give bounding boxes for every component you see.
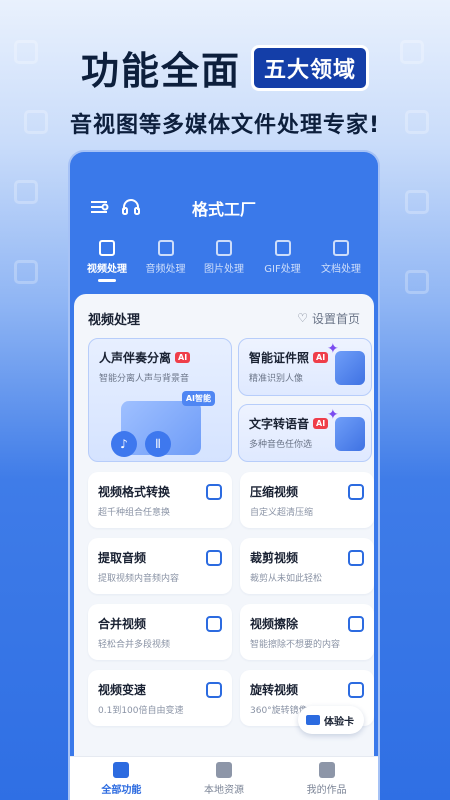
tab-video[interactable]: 视频处理 <box>78 240 136 282</box>
extract-audio-button[interactable]: 提取音频 提取视频内音频内容 <box>88 538 232 594</box>
function-title: 旋转视频 <box>250 683 299 697</box>
tab-label: 图片处理 <box>204 264 244 275</box>
bottom-nav: 全部功能 本地资源 我的作品 <box>70 756 378 800</box>
ai-badge: AI <box>313 418 329 429</box>
document-icon <box>333 240 349 256</box>
nav-label: 全部功能 <box>101 784 142 796</box>
merge-video-button[interactable]: 合并视频 轻松合并多段视频 <box>88 604 232 660</box>
category-tabs: 视频处理 音频处理 图片处理 GIF处理 文档处理 <box>78 240 370 282</box>
gif-icon <box>274 240 291 256</box>
trial-card-button[interactable]: 体验卡 <box>298 706 364 734</box>
nav-local-resources[interactable]: 本地资源 <box>184 761 264 796</box>
tab-gif[interactable]: GIF处理 <box>254 240 312 282</box>
folder-icon <box>215 761 232 778</box>
text-to-speech-card[interactable]: 文字转语音 AI 多种音色任你选 <box>238 404 372 462</box>
function-title: 视频擦除 <box>250 617 299 631</box>
grid-icon <box>113 761 130 778</box>
video-format-convert-button[interactable]: 视频格式转换 超千种组合任意换 <box>88 472 232 528</box>
works-icon <box>318 761 335 778</box>
vocal-separation-card[interactable]: 人声伴奏分离 AI 智能分离人声与背景音 AI智能 ♪ ⦀ <box>88 338 232 462</box>
compress-video-button[interactable]: 压缩视频 自定义超清压缩 <box>240 472 374 528</box>
trial-label: 体验卡 <box>324 716 354 728</box>
video-icon <box>99 240 115 256</box>
heart-icon: ♡ <box>297 311 308 325</box>
music-extract-icon <box>206 550 222 566</box>
hero-banner: 功能全面 五大领域 音视图等多媒体文件处理专家! <box>0 40 450 139</box>
merge-icon <box>206 616 222 632</box>
tab-image[interactable]: 图片处理 <box>195 240 253 282</box>
image-icon <box>216 240 232 256</box>
ticket-icon <box>306 715 320 725</box>
function-title: 视频格式转换 <box>98 485 171 499</box>
speed-video-button[interactable]: 视频变速 0.1到100倍自由变速 <box>88 670 232 726</box>
crop-video-button[interactable]: 裁剪视频 裁剪从未如此轻松 <box>240 538 374 594</box>
id-card-icon <box>327 341 365 385</box>
function-desc: 0.1到100倍自由变速 <box>98 706 184 716</box>
nav-label: 我的作品 <box>306 784 347 796</box>
app-title: 格式工厂 <box>191 200 256 219</box>
eraser-icon <box>348 616 364 632</box>
id-photo-card[interactable]: 智能证件照 AI 精准识别人像 <box>238 338 372 396</box>
nav-my-works[interactable]: 我的作品 <box>287 761 367 796</box>
tab-audio[interactable]: 音频处理 <box>137 240 195 282</box>
scissors-icon <box>348 550 364 566</box>
app-header: 格式工厂 视频处理 音频处理 图片处理 GIF处理 文档处理 <box>70 152 378 294</box>
waveform-icon: ⦀ <box>145 431 171 457</box>
ai-illustration: AI智能 ♪ ⦀ <box>111 391 215 457</box>
audio-icon <box>157 240 174 256</box>
tab-label: 音频处理 <box>145 264 186 275</box>
function-title: 合并视频 <box>98 617 147 631</box>
card-title: 文字转语音 <box>249 417 310 431</box>
function-desc: 提取视频内音频内容 <box>98 574 180 584</box>
card-title: 人声伴奏分离 <box>99 351 172 365</box>
function-desc: 超千种组合任意换 <box>98 508 171 518</box>
tab-label: GIF处理 <box>264 264 301 275</box>
card-title: 智能证件照 <box>249 351 310 365</box>
speed-icon <box>206 682 222 698</box>
hero-badge: 五大领域 <box>251 44 370 91</box>
set-home-button[interactable]: ♡ 设置首页 <box>297 310 360 327</box>
compress-icon <box>348 484 364 500</box>
rotate-icon <box>348 682 364 698</box>
section-title: 视频处理 <box>88 312 141 328</box>
content-sheet: 视频处理 ♡ 设置首页 人声伴奏分离 AI 智能分离人声与背景音 AI智能 ♪ … <box>74 294 374 756</box>
hero-title: 功能全面 <box>80 49 241 93</box>
erase-video-button[interactable]: 视频擦除 智能擦除不想要的内容 <box>240 604 374 660</box>
ai-smart-label: AI智能 <box>181 391 215 406</box>
function-title: 视频变速 <box>98 683 147 697</box>
set-home-label: 设置首页 <box>311 311 360 326</box>
tab-label: 文档处理 <box>321 264 361 275</box>
music-note-icon: ♪ <box>111 431 137 457</box>
card-desc: 智能分离人声与背景音 <box>99 374 190 384</box>
nav-label: 本地资源 <box>203 784 244 796</box>
function-title: 压缩视频 <box>250 485 299 499</box>
speech-icon <box>327 407 365 451</box>
active-indicator <box>98 279 116 282</box>
function-desc: 智能擦除不想要的内容 <box>250 640 341 650</box>
video-convert-icon <box>206 484 222 500</box>
tab-document[interactable]: 文档处理 <box>312 240 370 282</box>
function-title: 提取音频 <box>98 551 147 565</box>
nav-all-functions[interactable]: 全部功能 <box>81 761 161 796</box>
function-title: 裁剪视频 <box>250 551 299 565</box>
hero-subtitle: 音视图等多媒体文件处理专家! <box>69 113 381 138</box>
function-grid: 视频格式转换 超千种组合任意换 压缩视频 自定义超清压缩 提取音频 提取视频内音… <box>82 472 374 726</box>
ai-badge: AI <box>313 352 329 363</box>
function-desc: 裁剪从未如此轻松 <box>250 574 323 584</box>
function-desc: 轻松合并多段视频 <box>98 640 171 650</box>
ai-badge: AI <box>175 352 191 363</box>
function-desc: 自定义超清压缩 <box>250 508 314 518</box>
tab-label: 视频处理 <box>87 264 127 275</box>
phone-mockup: 格式工厂 视频处理 音频处理 图片处理 GIF处理 文档处理 视频处理 ♡ 设置… <box>68 150 380 800</box>
